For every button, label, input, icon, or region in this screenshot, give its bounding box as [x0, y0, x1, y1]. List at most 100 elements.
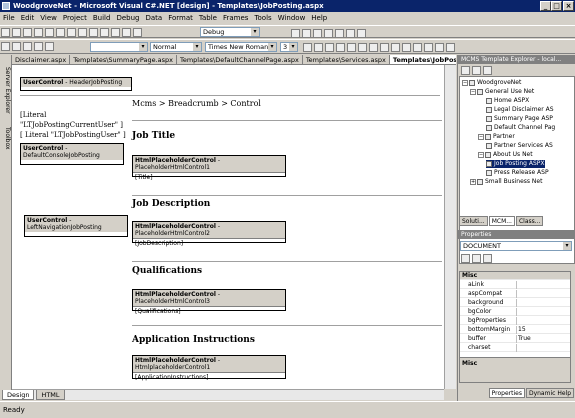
- tab-solution-explorer[interactable]: Soluti...: [459, 216, 488, 226]
- refresh-icon[interactable]: [461, 66, 470, 75]
- menu-file[interactable]: File: [0, 12, 18, 25]
- property-row[interactable]: aspCompat: [460, 290, 570, 298]
- tab-dynamic-help[interactable]: Dynamic Help: [525, 388, 574, 398]
- menu-window[interactable]: Window: [275, 12, 309, 25]
- property-row[interactable]: bottomMargin 15: [460, 326, 570, 334]
- literal-user[interactable]: [ Literal "LTJobPostingUser" ]: [20, 131, 126, 140]
- left-nav-user-control[interactable]: UserControl - LeftNavigationJobPosting: [24, 215, 128, 237]
- redo-icon[interactable]: [100, 28, 109, 37]
- outdent-icon[interactable]: [413, 43, 422, 52]
- property-value[interactable]: 15: [518, 326, 526, 334]
- element-select[interactable]: [90, 42, 148, 52]
- menu-table[interactable]: Table: [196, 12, 220, 25]
- snap-icon[interactable]: [12, 42, 21, 51]
- console-user-control[interactable]: UserControl - DefaultConsoleJobPosting: [20, 143, 124, 165]
- server-explorer-tab[interactable]: Server Explorer: [1, 67, 11, 114]
- paste-icon[interactable]: [78, 28, 87, 37]
- tree-item[interactable]: − Partner: [478, 133, 515, 141]
- minimize-button[interactable]: _: [540, 1, 551, 11]
- tree-item[interactable]: + Small Business Net: [470, 178, 542, 186]
- table-icon[interactable]: [23, 42, 32, 51]
- select-icon[interactable]: [34, 42, 43, 51]
- save-icon[interactable]: [34, 28, 43, 37]
- properties-object-select[interactable]: DOCUMENT: [460, 241, 572, 251]
- indent-icon[interactable]: [424, 43, 433, 52]
- menu-format[interactable]: Format: [165, 12, 196, 25]
- nav-forward-icon[interactable]: [122, 28, 131, 37]
- block-format-select[interactable]: Normal: [150, 42, 202, 52]
- start-icon[interactable]: [133, 28, 142, 37]
- layer-icon[interactable]: [45, 42, 54, 51]
- properties-icon[interactable]: [313, 29, 322, 38]
- tab-jobposting[interactable]: Templates\JobPosting.aspx: [389, 55, 456, 64]
- italic-icon[interactable]: [325, 43, 334, 52]
- property-row[interactable]: aLink: [460, 281, 570, 289]
- align-left-icon[interactable]: [347, 43, 356, 52]
- add-item-icon[interactable]: [12, 28, 21, 37]
- new-project-icon[interactable]: [1, 28, 10, 37]
- property-pages-icon[interactable]: [483, 254, 492, 263]
- tree-item[interactable]: Home ASPX: [486, 97, 529, 105]
- menu-help[interactable]: Help: [308, 12, 330, 25]
- menu-tools[interactable]: Tools: [251, 12, 274, 25]
- property-row[interactable]: charset: [460, 344, 570, 352]
- expander[interactable]: −: [478, 133, 484, 140]
- numbered-list-icon[interactable]: [391, 43, 400, 52]
- property-value[interactable]: True: [518, 335, 531, 343]
- justify-icon[interactable]: [380, 43, 389, 52]
- expander[interactable]: −: [470, 88, 476, 95]
- underline-icon[interactable]: [336, 43, 345, 52]
- property-row[interactable]: background: [460, 299, 570, 307]
- expander[interactable]: −: [462, 79, 468, 86]
- bold-icon[interactable]: [314, 43, 323, 52]
- design-surface[interactable]: UserControl - HeaderJobPosting [Literal …: [12, 65, 444, 389]
- font-size-select[interactable]: 3: [280, 42, 298, 52]
- align-right-icon[interactable]: [369, 43, 378, 52]
- check-in-icon[interactable]: [483, 66, 492, 75]
- tree-item[interactable]: Summary Page ASP: [486, 115, 553, 123]
- undo-icon[interactable]: [89, 28, 98, 37]
- new-template-icon[interactable]: [472, 66, 481, 75]
- tree-item[interactable]: Legal Disclaimer AS: [486, 106, 554, 114]
- toolbox-tab[interactable]: Toolbox: [1, 127, 11, 150]
- tree-item[interactable]: − About Us Net: [478, 151, 533, 159]
- cut-icon[interactable]: [56, 28, 65, 37]
- more-icon[interactable]: [357, 29, 366, 38]
- property-row[interactable]: buffer True: [460, 335, 570, 343]
- tab-disclaimer[interactable]: Disclaimer.aspx: [12, 55, 71, 64]
- menu-data[interactable]: Data: [142, 12, 165, 25]
- tab-mcms-explorer[interactable]: MCM...: [488, 216, 515, 226]
- menu-project[interactable]: Project: [60, 12, 90, 25]
- tab-defaultchannelpage[interactable]: Templates\DefaultChannelPage.aspx: [177, 55, 303, 64]
- menu-debug[interactable]: Debug: [113, 12, 142, 25]
- placeholder-job-title[interactable]: HtmlPlaceholderControl - PlaceholderHtml…: [132, 155, 286, 181]
- font-name-select[interactable]: Times New Roman: [205, 42, 277, 52]
- property-category[interactable]: Misc: [460, 272, 570, 280]
- tree-item[interactable]: Partner Services AS: [486, 142, 553, 150]
- placeholder-job-description[interactable]: HtmlPlaceholderControl - PlaceholderHtml…: [132, 221, 286, 247]
- property-row[interactable]: bgColor: [460, 308, 570, 316]
- breadcrumb[interactable]: Mcms > Breadcrumb > Control: [132, 99, 261, 108]
- save-all-icon[interactable]: [45, 28, 54, 37]
- find-icon[interactable]: [291, 29, 300, 38]
- tab-class-view[interactable]: Class...: [515, 216, 544, 226]
- link-icon[interactable]: [435, 43, 444, 52]
- open-icon[interactable]: [23, 28, 32, 37]
- tree-item[interactable]: Default Channel Pag: [486, 124, 555, 132]
- maximize-button[interactable]: □: [551, 1, 562, 11]
- categorized-icon[interactable]: [461, 254, 470, 263]
- align-center-icon[interactable]: [358, 43, 367, 52]
- tree-item[interactable]: − WoodgroveNet: [462, 79, 521, 87]
- vertical-scrollbar[interactable]: [444, 65, 456, 389]
- close-button[interactable]: ×: [563, 1, 574, 11]
- nav-back-icon[interactable]: [111, 28, 120, 37]
- tab-properties[interactable]: Properties: [488, 388, 525, 398]
- tree-item[interactable]: − General Use Net: [470, 88, 534, 96]
- image-icon[interactable]: [446, 43, 455, 52]
- tab-html-view[interactable]: HTML: [36, 390, 65, 400]
- alphabetical-icon[interactable]: [472, 254, 481, 263]
- bullet-list-icon[interactable]: [402, 43, 411, 52]
- solution-config-select[interactable]: Debug: [200, 27, 260, 37]
- font-color-icon[interactable]: [303, 43, 312, 52]
- header-user-control[interactable]: UserControl - HeaderJobPosting: [20, 77, 132, 91]
